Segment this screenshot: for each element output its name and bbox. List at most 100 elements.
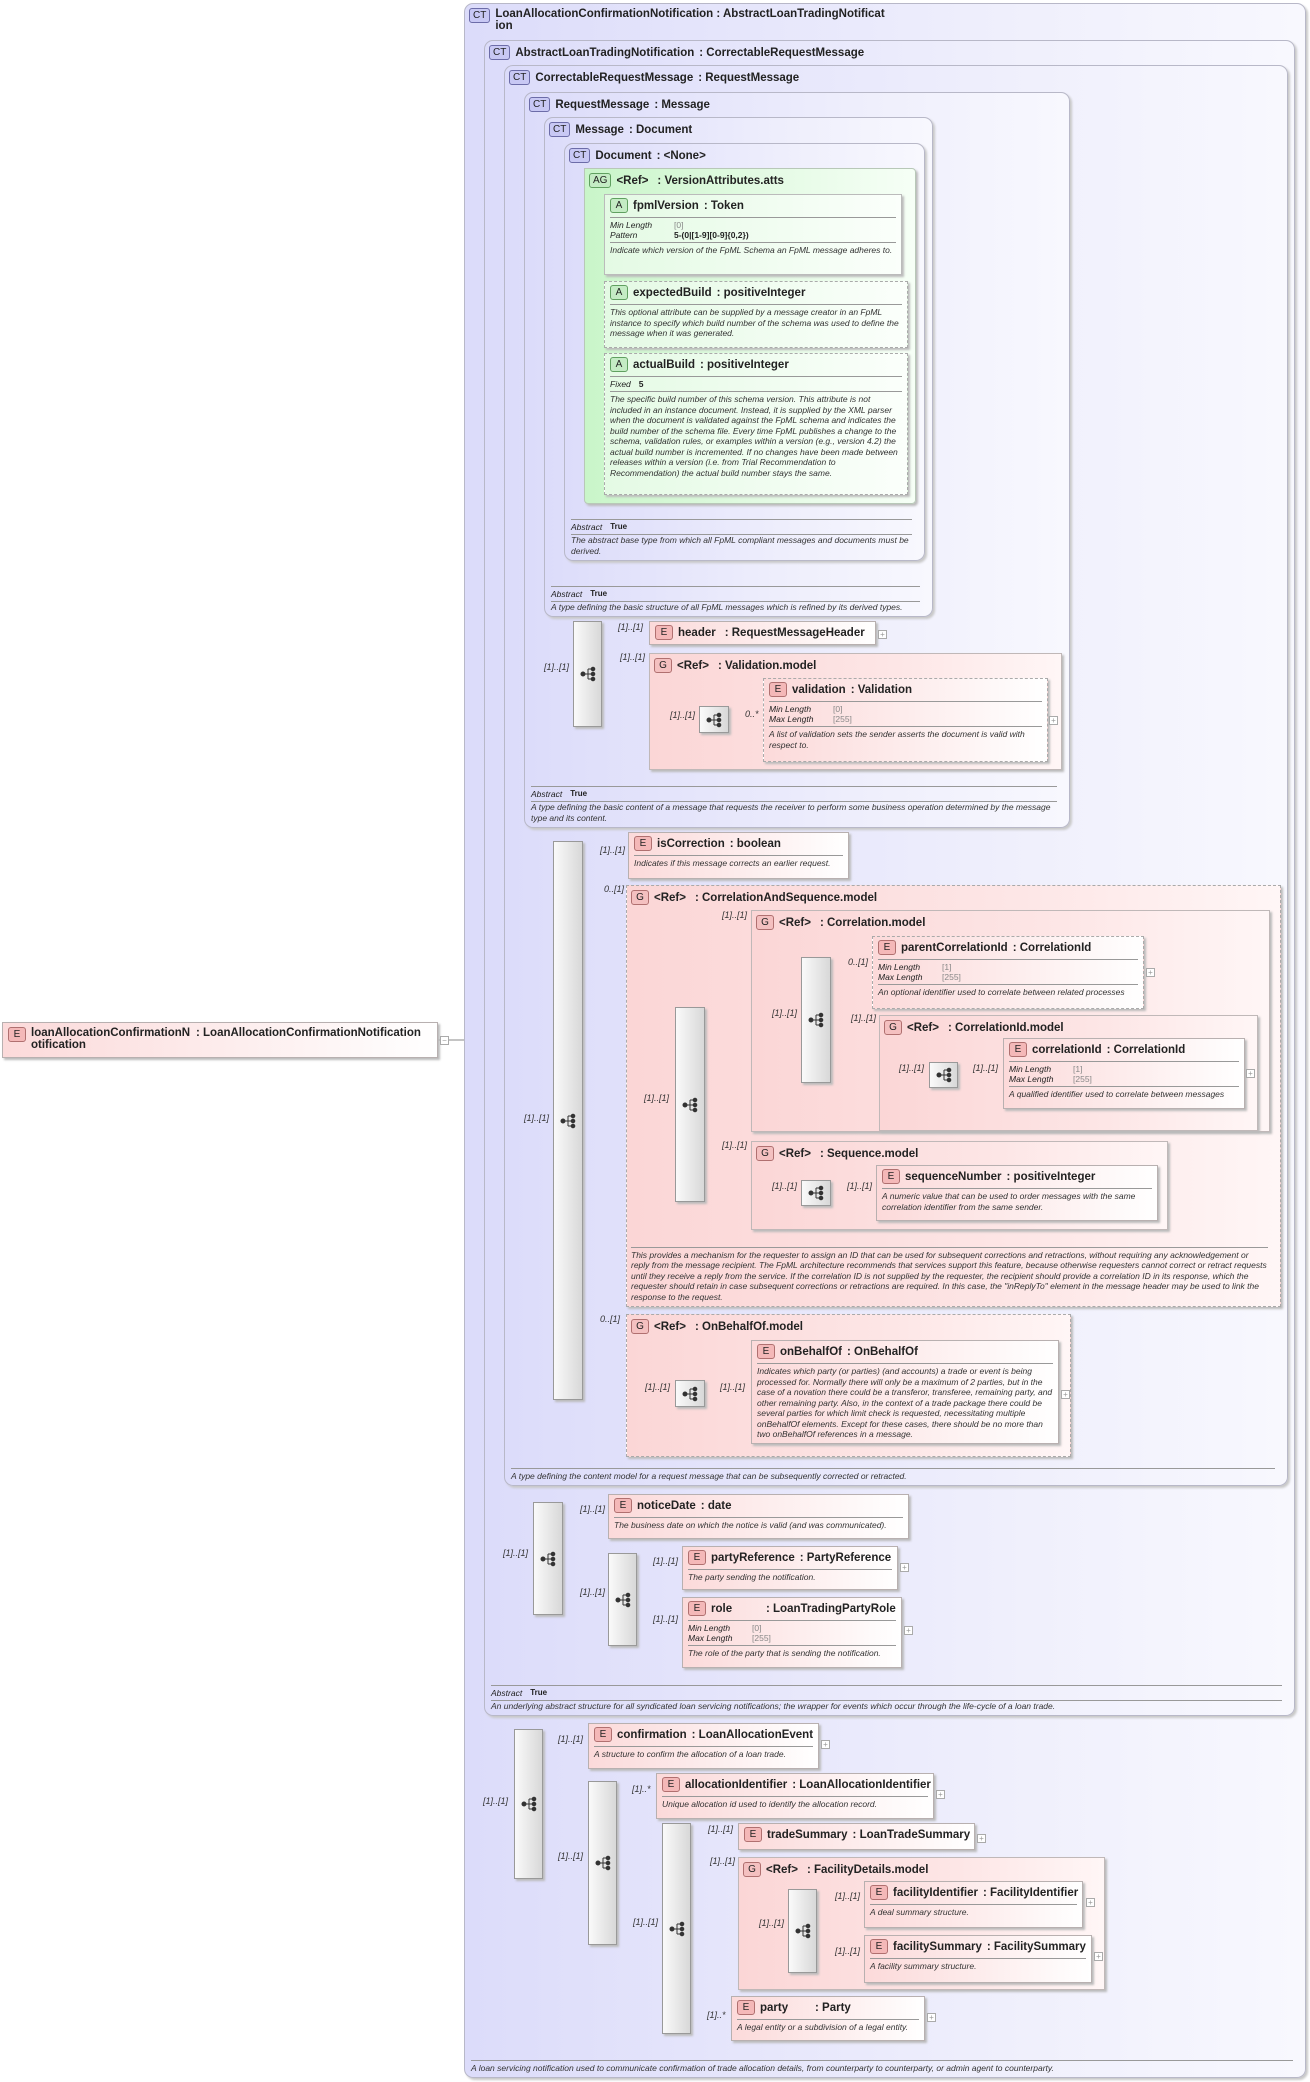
element-facility-summary[interactable]: EfacilitySummary: FacilitySummary A faci… (864, 1935, 1092, 1983)
element-type: : Validation (850, 683, 913, 696)
cardinality: 0..[1] (848, 957, 869, 967)
element-type: : FacilityIdentifier (983, 1886, 1079, 1899)
sequence-icon (682, 1097, 698, 1112)
element-correlation-id[interactable]: EcorrelationId: CorrelationId Min Length… (1003, 1038, 1245, 1109)
group-type: : OnBehalfOf.model (694, 1320, 803, 1333)
element-name: onBehalfOf (780, 1345, 842, 1358)
type-description: An underlying abstract structure for all… (491, 1700, 1056, 1711)
attr-type: : positiveInteger (716, 286, 806, 299)
element-type: : positiveInteger (1006, 1170, 1096, 1183)
element-allocation-identifier[interactable]: EallocationIdentifier: LoanAllocationIde… (656, 1773, 934, 1819)
type-name: RequestMessage (555, 98, 650, 111)
attribute-expected-build[interactable]: AexpectedBuild: positiveInteger This opt… (604, 281, 908, 348)
sequence-compositor[interactable] (514, 1729, 543, 1879)
expand-toggle[interactable]: + (936, 1790, 945, 1799)
sequence-compositor[interactable] (533, 1502, 563, 1615)
sequence-icon (540, 1551, 556, 1566)
cardinality: [1]..[1] (558, 1851, 584, 1861)
element-description: Unique allocation id used to identify th… (662, 1799, 877, 1809)
element-header[interactable]: Eheader: RequestMessageHeader (649, 621, 876, 645)
expand-toggle[interactable]: + (1246, 1069, 1255, 1078)
sequence-compositor[interactable] (788, 1889, 817, 1973)
expand-toggle[interactable]: + (900, 1563, 909, 1572)
element-facility-identifier[interactable]: EfacilityIdentifier: FacilityIdentifier … (864, 1881, 1083, 1928)
expand-toggle[interactable]: + (878, 630, 887, 639)
cardinality: 0..* (745, 709, 759, 719)
sequence-compositor[interactable] (675, 1380, 705, 1407)
expand-toggle[interactable]: + (821, 1740, 830, 1749)
sequence-icon (580, 666, 595, 682)
element-icon: E (870, 1939, 888, 1954)
complex-type-icon: CT (569, 148, 591, 163)
facet-label: Fixed (610, 379, 631, 389)
sequence-compositor[interactable] (699, 706, 729, 733)
facet-value: [0] (674, 220, 684, 230)
expand-toggle[interactable]: + (1086, 1898, 1095, 1907)
expand-toggle[interactable]: + (904, 1626, 913, 1635)
element-icon: E (870, 1885, 888, 1900)
expand-toggle[interactable]: + (1049, 716, 1058, 725)
expand-toggle[interactable]: + (927, 2013, 936, 2022)
group-type: : CorrelationId.model (947, 1021, 1064, 1034)
element-parent-correlation-id[interactable]: EparentCorrelationId: CorrelationId Min … (872, 936, 1144, 1009)
element-icon: E (594, 1727, 612, 1742)
element-confirmation[interactable]: Econfirmation: LoanAllocationEvent A str… (588, 1723, 819, 1769)
element-is-correction[interactable]: EisCorrection: boolean Indicates if this… (628, 832, 849, 879)
facet-value: 5 (638, 379, 644, 389)
element-role[interactable]: Erole: LoanTradingPartyRole Min Length [0… (682, 1597, 902, 1668)
expand-toggle[interactable]: + (977, 1834, 986, 1843)
sequence-compositor[interactable] (801, 957, 831, 1083)
element-type: : LoanTradeSummary (852, 1828, 971, 1841)
element-type: : FacilitySummary (986, 1940, 1086, 1953)
element-sequence-number[interactable]: EsequenceNumber: positiveInteger A numer… (876, 1165, 1158, 1221)
sequence-compositor[interactable] (801, 1180, 831, 1206)
element-description: A facility summary structure. (870, 1961, 977, 1971)
sequence-icon (795, 1923, 810, 1939)
element-description: A numeric value that can be used to orde… (882, 1191, 1136, 1212)
sequence-compositor[interactable] (553, 841, 583, 1400)
sequence-icon (808, 1185, 824, 1201)
element-validation[interactable]: Evalidation: Validation Min Length [0] Ma… (763, 678, 1048, 762)
root-element[interactable]: E loanAllocationConfirmationNotification… (2, 1022, 438, 1058)
expand-toggle[interactable]: + (1061, 1390, 1070, 1399)
complex-type-icon: CT (489, 45, 511, 60)
element-on-behalf-of[interactable]: EonBehalfOf: OnBehalfOf Indicates which … (751, 1340, 1059, 1444)
element-type: : LoanTradingPartyRole (766, 1602, 896, 1615)
sequence-compositor[interactable] (929, 1062, 958, 1088)
element-party-reference[interactable]: EpartyReference: PartyReference The part… (682, 1546, 898, 1590)
facet-label: Min Length (769, 704, 812, 714)
element-description: The role of the party that is sending th… (688, 1648, 881, 1658)
facet-value: [0] (752, 1623, 762, 1633)
facet-label: Max Length (688, 1633, 733, 1643)
cardinality: [1]..* (707, 2010, 726, 2020)
element-notice-date[interactable]: EnoticeDate: date The business date on w… (608, 1494, 909, 1539)
element-icon: E (744, 1827, 762, 1842)
element-description: A structure to confirm the allocation of… (594, 1749, 786, 1759)
sequence-compositor[interactable] (573, 621, 602, 727)
element-party[interactable]: Eparty: Party A legal entity or a subdiv… (731, 1996, 925, 2041)
group-icon: G (756, 915, 774, 930)
sequence-compositor[interactable] (662, 1823, 691, 2034)
cardinality: [1]..[1] (653, 1556, 679, 1566)
element-trade-summary[interactable]: EtradeSummary: LoanTradeSummary (738, 1823, 975, 1850)
cardinality: [1]..[1] (899, 1063, 925, 1073)
element-icon: E (878, 940, 896, 955)
sequence-compositor[interactable] (675, 1007, 705, 1202)
sequence-compositor[interactable] (588, 1781, 617, 1945)
attribute-actual-build[interactable]: AactualBuild: positiveInteger Fixed 5 The… (604, 353, 908, 495)
element-type: : boolean (729, 837, 781, 850)
collapse-toggle[interactable]: − (440, 1036, 449, 1045)
attribute-fpml-version[interactable]: AfpmlVersion: Token Min Length [0] Patter… (604, 194, 902, 275)
expand-toggle[interactable]: + (1146, 968, 1155, 977)
element-icon: E (757, 1344, 775, 1359)
group-icon: G (654, 658, 672, 673)
abstract-label: Abstract (491, 1687, 523, 1698)
cardinality: [1]..[1] (600, 845, 626, 855)
cardinality: [1]..[1] (708, 1824, 734, 1834)
cardinality: [1]..[1] (759, 1918, 785, 1928)
sequence-compositor[interactable] (608, 1553, 637, 1646)
expand-toggle[interactable]: + (1094, 1952, 1103, 1961)
group-type: : FacilityDetails.model (806, 1863, 929, 1876)
cardinality: [1]..[1] (524, 1113, 550, 1123)
attr-name: expectedBuild (633, 286, 712, 299)
